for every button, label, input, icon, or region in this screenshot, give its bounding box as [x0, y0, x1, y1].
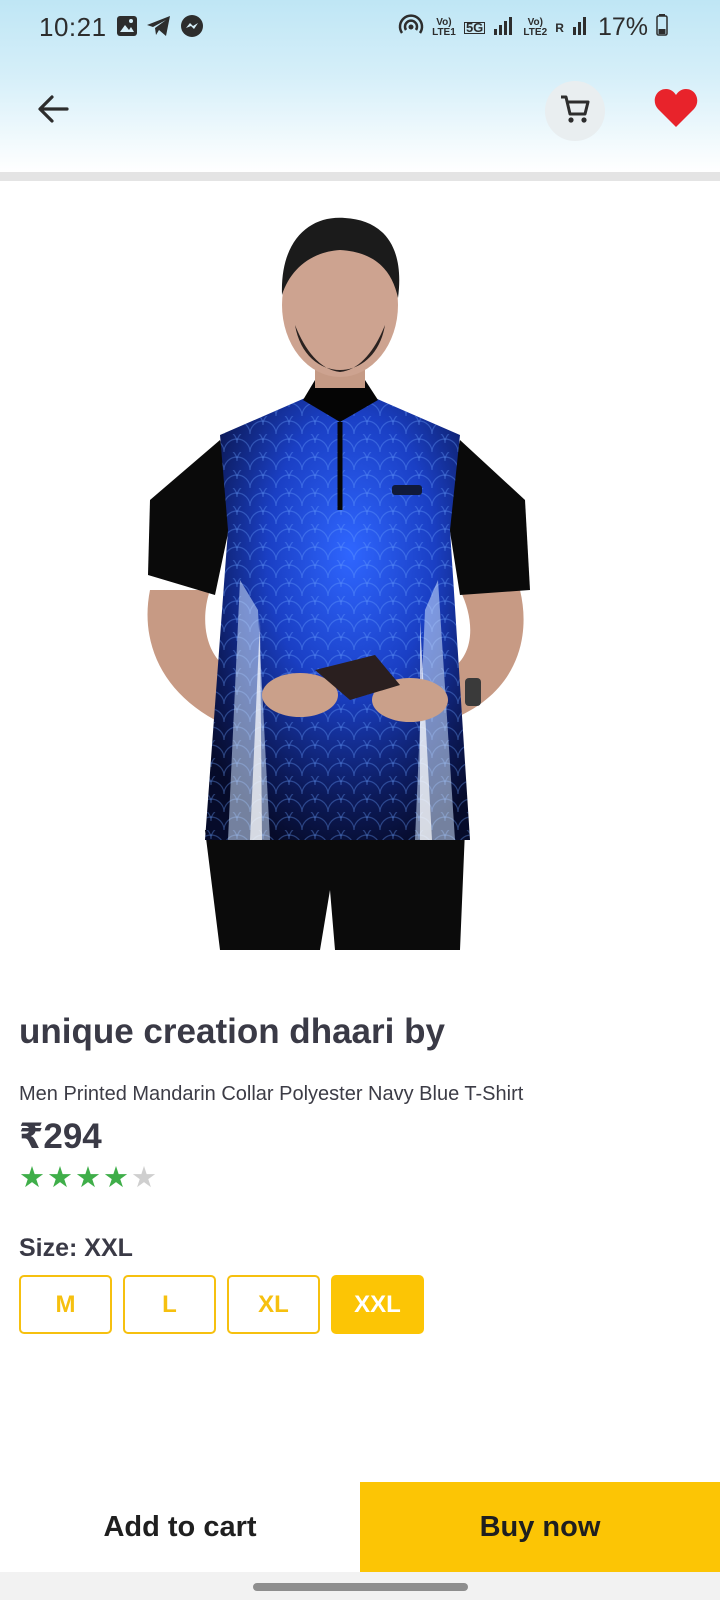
- signal-strength-icon: [493, 15, 515, 40]
- product-rating: ★ ★ ★ ★ ★: [19, 1163, 157, 1193]
- telegram-icon: [146, 15, 172, 42]
- cart-button[interactable]: [545, 81, 605, 141]
- battery-percentage: 17%: [597, 13, 648, 41]
- wishlist-button[interactable]: [648, 82, 704, 138]
- product-image[interactable]: [120, 200, 560, 970]
- rating-star: ★: [103, 1162, 129, 1194]
- toolbar: [0, 78, 720, 148]
- product-brand: unique creation dhaari by: [19, 1012, 445, 1051]
- arrow-left-icon: [36, 94, 70, 129]
- size-option-xxl[interactable]: XXL: [331, 1275, 424, 1334]
- size-option-xl[interactable]: XL: [227, 1275, 320, 1334]
- sim1-volte-label: Vo) LTE1: [432, 16, 456, 38]
- battery-icon: [656, 14, 668, 41]
- size-option-m[interactable]: M: [19, 1275, 112, 1334]
- back-button[interactable]: [28, 86, 78, 136]
- system-navigation-bar: [0, 1572, 720, 1600]
- rating-star: ★: [19, 1162, 45, 1194]
- status-bar: 10:21 Vo) LTE1 5G Vo) LTE2 R 17%: [0, 0, 720, 54]
- roaming-label: R: [555, 20, 564, 35]
- add-to-cart-button[interactable]: Add to cart: [0, 1482, 360, 1572]
- sim2-volte-label: Vo) LTE2: [523, 16, 548, 38]
- status-notification-icons: [116, 14, 204, 43]
- status-system-icons: Vo) LTE1 5G Vo) LTE2 R 17%: [398, 13, 668, 42]
- signal-strength-2-icon: [572, 15, 588, 40]
- status-time: 10:21: [39, 12, 107, 42]
- size-label: Size: XXL: [19, 1234, 133, 1262]
- heart-icon: [653, 87, 699, 134]
- header-divider: [0, 172, 720, 181]
- size-options: M L XL XXL: [19, 1275, 424, 1334]
- product-description: Men Printed Mandarin Collar Polyester Na…: [19, 1083, 524, 1105]
- rating-star: ★: [75, 1162, 101, 1194]
- network-5g-label: 5G: [463, 19, 486, 35]
- messenger-icon: [180, 14, 204, 43]
- shopping-cart-icon: [559, 93, 591, 130]
- hotspot-icon: [398, 13, 424, 42]
- rating-star: ★: [131, 1162, 157, 1194]
- product-price: ₹294: [19, 1117, 102, 1156]
- buy-now-button[interactable]: Buy now: [360, 1482, 720, 1572]
- home-gesture-handle[interactable]: [253, 1583, 468, 1591]
- size-option-l[interactable]: L: [123, 1275, 216, 1334]
- app-header: 10:21 Vo) LTE1 5G Vo) LTE2 R 17%: [0, 0, 720, 172]
- gallery-icon: [116, 15, 138, 42]
- bottom-action-bar: Add to cart Buy now: [0, 1482, 720, 1572]
- rating-star: ★: [47, 1162, 73, 1194]
